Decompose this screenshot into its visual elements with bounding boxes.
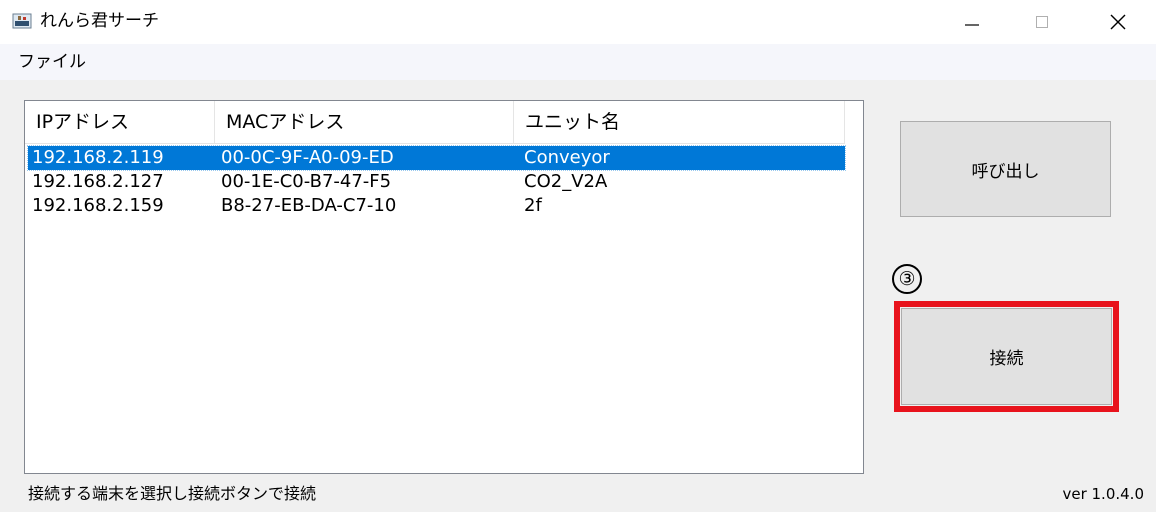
column-header-unit[interactable]: ユニット名 xyxy=(514,101,845,143)
cell-ip: 192.168.2.127 xyxy=(32,171,164,192)
table-row[interactable]: 192.168.2.127 00-1E-C0-B7-47-F5 CO2_V2A xyxy=(28,170,845,194)
close-button[interactable] xyxy=(1090,0,1146,44)
app-icon xyxy=(12,13,32,29)
step-marker: ③ xyxy=(892,264,922,294)
column-header-mac[interactable]: MACアドレス xyxy=(215,101,514,143)
cell-mac: 00-1E-C0-B7-47-F5 xyxy=(221,171,392,192)
maximize-icon xyxy=(1036,16,1048,28)
column-header-ip[interactable]: IPアドレス xyxy=(25,101,215,143)
menu-bar: ファイル xyxy=(0,44,1156,80)
status-text: 接続する端末を選択し接続ボタンで接続 xyxy=(28,484,317,503)
window-title: れんら君サーチ xyxy=(40,11,159,31)
list-header: IPアドレス MACアドレス ユニット名 xyxy=(25,101,845,144)
cell-unit: 2f xyxy=(524,195,542,216)
cell-ip: 192.168.2.119 xyxy=(32,147,164,168)
version-label: ver 1.0.4.0 xyxy=(1062,485,1144,503)
close-icon xyxy=(1110,14,1126,30)
minimize-icon xyxy=(965,24,979,26)
cell-unit: Conveyor xyxy=(524,147,610,168)
title-bar: れんら君サーチ xyxy=(0,0,1156,44)
minimize-button[interactable] xyxy=(944,0,1000,44)
cell-mac: 00-0C-9F-A0-09-ED xyxy=(221,147,394,168)
cell-ip: 192.168.2.159 xyxy=(32,195,164,216)
cell-unit: CO2_V2A xyxy=(524,171,608,192)
connect-button[interactable]: 接続 xyxy=(901,308,1112,405)
cell-mac: B8-27-EB-DA-C7-10 xyxy=(221,195,397,216)
maximize-button[interactable] xyxy=(1014,0,1070,44)
table-row[interactable]: 192.168.2.159 B8-27-EB-DA-C7-10 2f xyxy=(28,194,845,218)
menu-file[interactable]: ファイル xyxy=(18,51,86,73)
device-list[interactable]: IPアドレス MACアドレス ユニット名 192.168.2.119 00-0C… xyxy=(24,100,864,474)
call-button[interactable]: 呼び出し xyxy=(900,121,1111,217)
table-row[interactable]: 192.168.2.119 00-0C-9F-A0-09-ED Conveyor xyxy=(27,145,846,171)
